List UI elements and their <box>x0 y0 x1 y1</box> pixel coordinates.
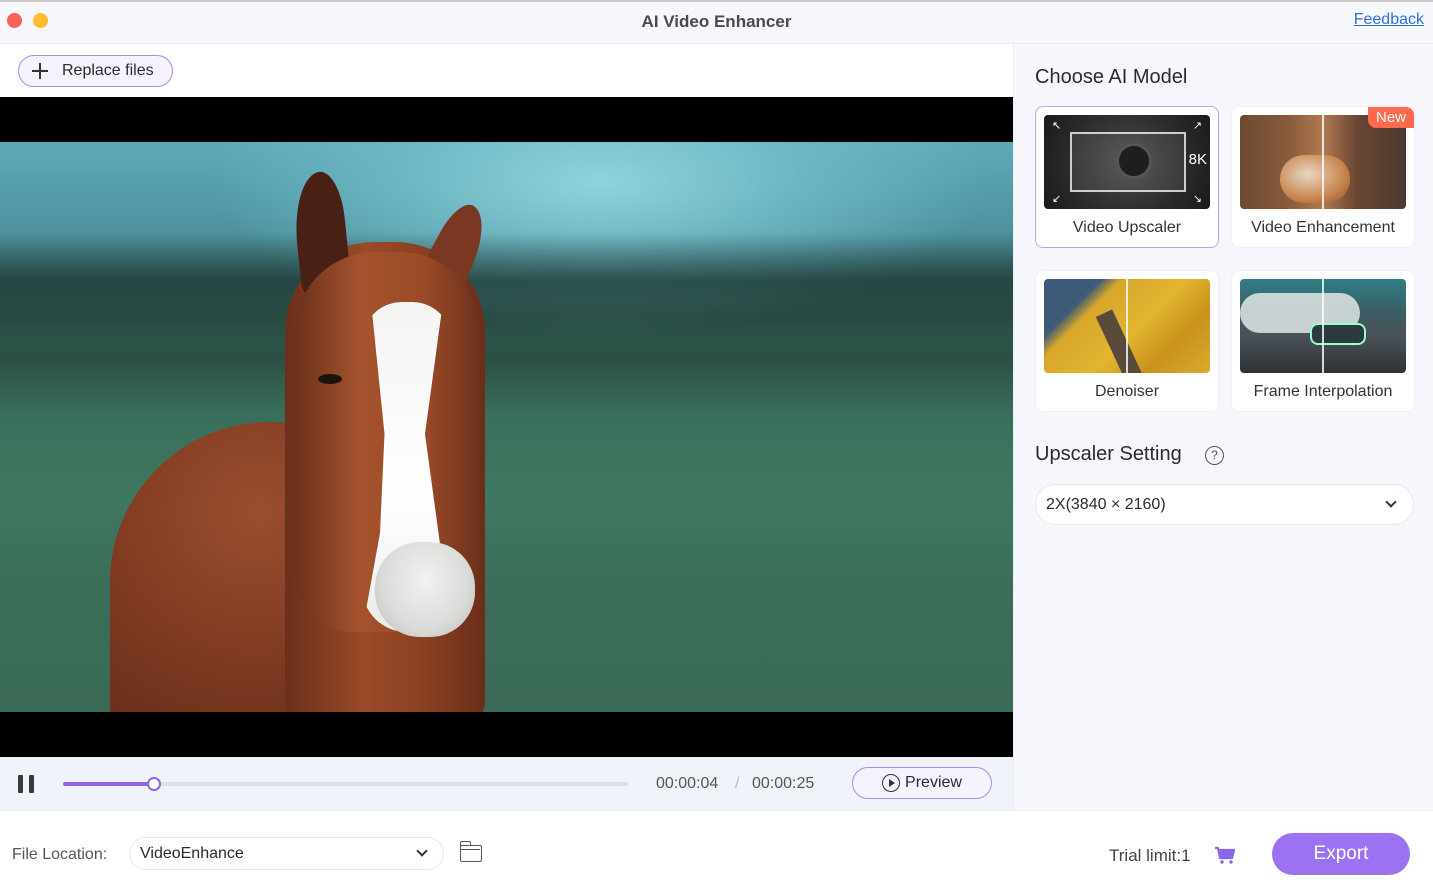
horse-muzzle <box>375 542 475 637</box>
video-upscaler-thumbnail: 8K ↖ ↗ ↙ ↘ <box>1044 115 1210 209</box>
arrow-up-left-icon: ↖ <box>1052 120 1062 132</box>
split-line <box>1126 279 1128 373</box>
preview-button[interactable]: Preview <box>852 767 992 799</box>
model-label: Video Upscaler <box>1072 219 1182 236</box>
split-line <box>1322 115 1324 209</box>
horse-eye <box>318 374 342 384</box>
new-badge: New <box>1367 107 1414 128</box>
video-frame-image <box>0 142 1013 712</box>
replace-files-label: Replace files <box>62 62 154 79</box>
plus-icon <box>31 62 49 80</box>
upscaler-setting-title: Upscaler Setting <box>1035 443 1182 465</box>
frame-interpolation-thumbnail <box>1240 279 1406 373</box>
road-graphic <box>1095 309 1151 373</box>
settings-panel: Choose AI Model 8K ↖ ↗ ↙ ↘ Video Upscale… <box>1013 44 1433 810</box>
chevron-down-icon <box>416 845 428 857</box>
model-card-video-upscaler[interactable]: 8K ↖ ↗ ↙ ↘ Video Upscaler <box>1035 106 1219 248</box>
video-player[interactable] <box>0 97 1013 757</box>
denoiser-thumbnail <box>1044 279 1210 373</box>
export-button[interactable]: Export <box>1272 833 1410 875</box>
8k-label: 8K <box>1188 151 1207 168</box>
preview-label: Preview <box>905 774 962 791</box>
file-location-label: File Location: <box>12 846 108 863</box>
time-separator: / <box>735 775 740 792</box>
background-trees <box>0 232 1013 342</box>
model-card-video-enhancement[interactable]: Video Enhancement New <box>1231 106 1415 248</box>
trial-limit-text: Trial limit:1 <box>1109 846 1191 865</box>
split-line <box>1322 279 1324 373</box>
player-controls: 00:00:04 / 00:00:25 Preview <box>0 757 1013 810</box>
arrow-up-right-icon: ↗ <box>1192 120 1202 132</box>
file-location-select[interactable]: VideoEnhance <box>129 837 444 870</box>
pause-icon[interactable] <box>18 775 36 793</box>
model-label: Frame Interpolation <box>1253 383 1393 400</box>
cat-graphic <box>1280 155 1350 203</box>
arrow-down-right-icon: ↘ <box>1192 193 1202 205</box>
arrow-down-left-icon: ↙ <box>1052 193 1062 205</box>
title-bar: AI Video Enhancer Feedback <box>0 0 1433 44</box>
plate-graphic <box>1116 143 1152 179</box>
play-circle-icon <box>882 774 901 792</box>
seek-handle[interactable] <box>146 777 161 791</box>
cart-icon[interactable] <box>1214 846 1236 864</box>
choose-model-title: Choose AI Model <box>1035 66 1188 88</box>
help-icon[interactable]: ? <box>1205 446 1224 465</box>
seek-progress <box>63 782 154 786</box>
model-card-frame-interpolation[interactable]: Frame Interpolation <box>1231 270 1415 412</box>
resolution-select[interactable]: 2X(3840 × 2160) <box>1035 484 1414 525</box>
window-title: AI Video Enhancer <box>641 12 792 31</box>
resolution-value: 2X(3840 × 2160) <box>1046 496 1166 513</box>
chevron-down-icon <box>1385 496 1397 508</box>
model-label: Video Enhancement <box>1251 219 1395 236</box>
file-location-value: VideoEnhance <box>140 845 244 862</box>
model-card-denoiser[interactable]: Denoiser <box>1035 270 1219 412</box>
total-time: 00:00:25 <box>752 775 815 792</box>
folder-icon[interactable] <box>459 841 482 862</box>
bottom-bar: File Location: VideoEnhance Trial limit:… <box>0 810 1433 896</box>
current-time: 00:00:04 <box>656 775 719 792</box>
replace-files-button[interactable]: Replace files <box>18 55 173 87</box>
model-label: Denoiser <box>1094 383 1160 400</box>
video-enhancement-thumbnail <box>1240 115 1406 209</box>
feedback-link[interactable]: Feedback <box>1354 11 1424 29</box>
video-pane: Replace files 00:00:04 / 00:00:25 Previe… <box>0 44 1013 810</box>
car-graphic <box>1310 323 1366 345</box>
seek-bar[interactable] <box>63 777 629 791</box>
